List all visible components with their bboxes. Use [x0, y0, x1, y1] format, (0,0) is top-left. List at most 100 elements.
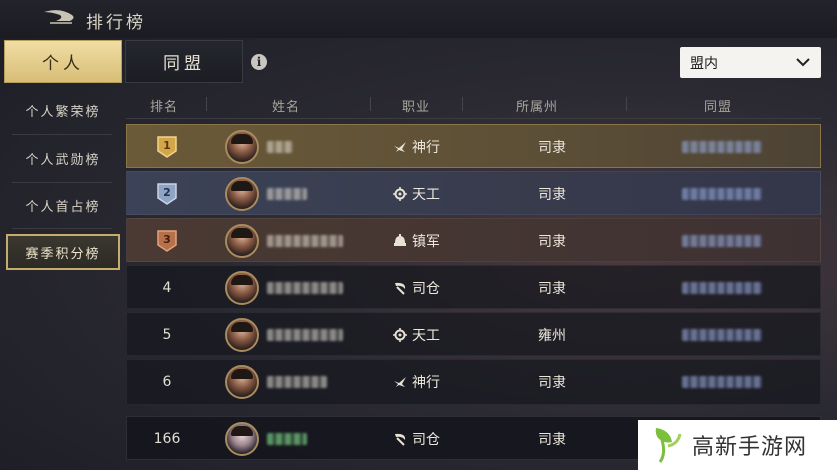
player-name — [267, 313, 367, 357]
table-row[interactable]: 2 天工 司隶 — [126, 171, 821, 215]
helmet-icon — [394, 234, 406, 246]
sickle-icon — [395, 433, 406, 446]
gold-medal-icon: 1 — [156, 135, 178, 159]
chevron-down-icon — [796, 58, 810, 67]
avatar[interactable] — [225, 271, 259, 305]
scope-dropdown[interactable]: 盟内 — [680, 47, 821, 78]
job-label: 天工 — [412, 187, 440, 203]
table-row[interactable]: 3 镇军 司隶 — [126, 218, 821, 262]
state-cell: 司隶 — [538, 281, 566, 297]
player-name — [267, 417, 367, 461]
job-label: 神行 — [412, 140, 440, 156]
column-header-job: 职业 — [402, 100, 431, 115]
state-cell: 雍州 — [538, 328, 566, 344]
job-label: 司仓 — [412, 432, 440, 448]
job-cell: 天工 — [393, 313, 483, 357]
job-label: 司仓 — [412, 281, 440, 297]
avatar[interactable] — [225, 318, 259, 352]
sickle-icon — [395, 282, 406, 295]
alliance-name — [667, 125, 777, 169]
avatar-cell — [225, 172, 259, 216]
state-cell: 司隶 — [538, 187, 566, 203]
avatar[interactable] — [225, 224, 259, 258]
bird-icon — [394, 142, 406, 152]
player-name — [267, 172, 367, 216]
job-cell: 镇军 — [393, 219, 483, 263]
rank-cell: 5 — [162, 327, 172, 343]
column-header-rank: 排名 — [150, 100, 179, 115]
avatar-cell — [225, 266, 259, 310]
avatar[interactable] — [225, 177, 259, 211]
alliance-name — [667, 266, 777, 310]
state-cell: 司隶 — [538, 375, 566, 391]
player-name — [267, 360, 367, 404]
column-divider — [626, 97, 627, 111]
avatar-cell — [225, 313, 259, 357]
state-cell: 司隶 — [538, 432, 566, 448]
header-divider — [126, 118, 821, 119]
bronze-medal-icon: 3 — [156, 229, 178, 253]
column-header-name: 姓名 — [272, 100, 301, 115]
player-name — [267, 125, 367, 169]
sidebar-item-season-points[interactable]: 赛季积分榜 — [6, 234, 120, 270]
page-title: 排行榜 — [86, 13, 146, 33]
back-logo-icon[interactable] — [42, 9, 78, 27]
table-header: 排名 姓名 职业 所属州 同盟 — [126, 92, 821, 116]
rank-cell: 4 — [162, 280, 172, 296]
info-icon[interactable]: i — [251, 54, 267, 70]
dropdown-selected: 盟内 — [690, 55, 718, 72]
column-divider — [462, 97, 463, 111]
tab-alliance[interactable]: 同盟 — [125, 40, 243, 83]
avatar-cell — [225, 125, 259, 169]
column-header-alliance: 同盟 — [704, 100, 733, 115]
table-row[interactable]: 5 天工 雍州 — [126, 312, 821, 356]
alliance-name — [667, 360, 777, 404]
rank-cell: 1 — [127, 125, 207, 169]
sidebar-item-prosperity[interactable]: 个人繁荣榜 — [6, 92, 120, 128]
rank-cell: 166 — [153, 431, 181, 447]
job-label: 神行 — [412, 375, 440, 391]
sidebar-divider — [12, 182, 112, 183]
table-row[interactable]: 1 神行 司隶 — [126, 124, 821, 168]
job-cell: 神行 — [393, 125, 483, 169]
title-bar: 排行榜 — [0, 0, 837, 38]
player-name — [267, 219, 367, 263]
avatar[interactable] — [225, 422, 259, 456]
job-cell: 神行 — [393, 360, 483, 404]
bird-icon — [394, 377, 406, 387]
rank-number: 1 — [163, 139, 171, 152]
watermark-text: 高新手游网 — [692, 435, 808, 460]
state-cell: 司隶 — [538, 234, 566, 250]
rank-number: 2 — [163, 186, 171, 199]
avatar-cell — [225, 219, 259, 263]
gear-icon — [393, 187, 407, 201]
sidebar-item-first-occupy[interactable]: 个人首占榜 — [6, 187, 120, 223]
job-cell: 司仓 — [393, 417, 483, 461]
table-row[interactable]: 6 神行 司隶 — [126, 359, 821, 405]
sidebar-divider — [12, 228, 112, 229]
avatar[interactable] — [225, 365, 259, 399]
alliance-name — [667, 313, 777, 357]
sidebar-item-merit[interactable]: 个人武勋榜 — [6, 140, 120, 176]
rank-cell: 3 — [127, 219, 207, 263]
avatar-cell — [225, 360, 259, 404]
alliance-name — [667, 172, 777, 216]
state-cell: 司隶 — [538, 140, 566, 156]
rank-cell: 2 — [127, 172, 207, 216]
job-label: 天工 — [412, 328, 440, 344]
job-cell: 司仓 — [393, 266, 483, 310]
column-divider — [370, 97, 371, 111]
alliance-name — [667, 219, 777, 263]
avatar-cell — [225, 417, 259, 461]
player-name — [267, 266, 367, 310]
column-divider — [206, 97, 207, 111]
sidebar-divider — [12, 134, 112, 135]
job-label: 镇军 — [412, 234, 440, 250]
rank-number: 3 — [163, 233, 171, 246]
tab-personal[interactable]: 个人 — [4, 40, 122, 83]
table-row[interactable]: 4 司仓 司隶 — [126, 265, 821, 309]
gear-icon — [393, 328, 407, 342]
site-watermark: 高新手游网 — [638, 420, 837, 470]
avatar[interactable] — [225, 130, 259, 164]
silver-medal-icon: 2 — [156, 182, 178, 206]
